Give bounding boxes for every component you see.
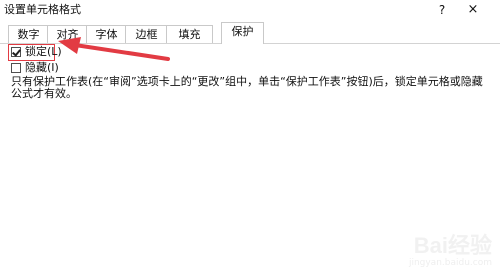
- watermark-sub: jingyan.baidu.com: [408, 258, 492, 268]
- help-button[interactable]: ?: [434, 1, 450, 19]
- dialog-title: 设置单元格格式: [4, 3, 81, 16]
- format-cells-dialog: 设置单元格格式 ? × 数字 对齐 字体 边框 填充 保护 锁定(L) 隐藏(I…: [0, 0, 500, 272]
- tab-fill[interactable]: 填充: [166, 25, 213, 43]
- protection-note: 只有保护工作表(在“审阅”选项卡上的“更改”组中，单击“保护工作表”按钮)后，锁…: [11, 75, 483, 100]
- locked-checkbox[interactable]: [11, 47, 21, 57]
- baidu-watermark: Bai经验 jingyan.baidu.com: [402, 233, 492, 269]
- close-button[interactable]: ×: [464, 1, 482, 19]
- tab-number[interactable]: 数字: [8, 25, 49, 43]
- annotation-arrow-icon: [58, 37, 170, 61]
- title-bar: 设置单元格格式 ? ×: [0, 0, 500, 20]
- hidden-checkbox[interactable]: [11, 63, 21, 73]
- watermark-main: Bai经验: [413, 233, 492, 258]
- tab-protection[interactable]: 保护: [221, 22, 264, 44]
